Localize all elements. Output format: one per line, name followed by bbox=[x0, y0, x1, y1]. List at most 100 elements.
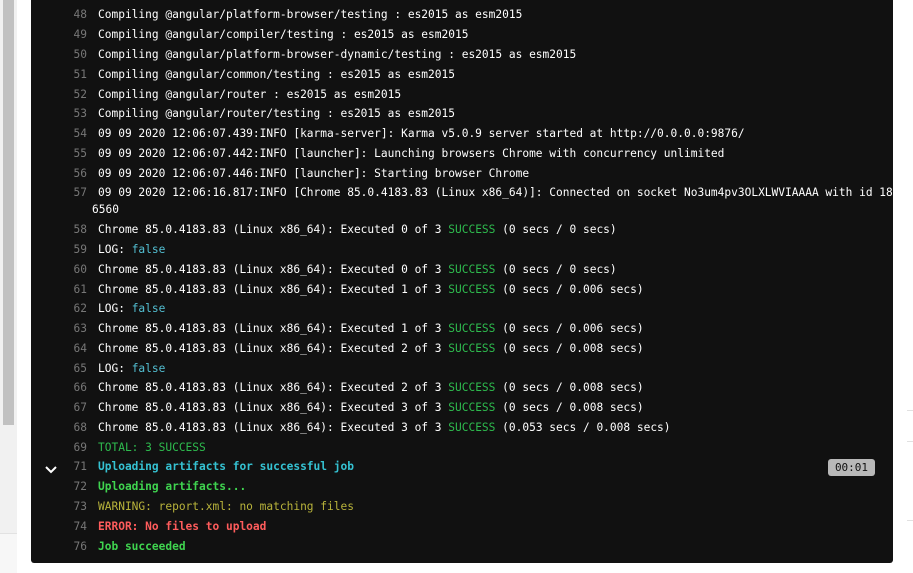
success-status: SUCCESS bbox=[448, 322, 496, 335]
log-line: 49 Compiling @angular/compiler/testing : … bbox=[31, 25, 893, 45]
log-line: 67 Chrome 85.0.4183.83 (Linux x86_64): Ex… bbox=[31, 398, 893, 418]
line-number[interactable]: 54 bbox=[31, 124, 87, 144]
test-timing: (0 secs / 0.008 secs) bbox=[495, 342, 644, 355]
log-line: 54 09 09 2020 12:06:07.439:INFO [karma-se… bbox=[31, 124, 893, 144]
section-duration-badge: 00:01 bbox=[828, 459, 875, 476]
success-status: SUCCESS bbox=[448, 421, 496, 434]
line-text: Job succeeded bbox=[98, 540, 186, 553]
log-line: 56 09 09 2020 12:06:07.446:INFO [launcher… bbox=[31, 164, 893, 184]
success-status: SUCCESS bbox=[448, 401, 496, 414]
test-timing: (0 secs / 0 secs) bbox=[495, 223, 617, 236]
log-line: 59 LOG: false bbox=[31, 240, 893, 260]
log-prefix: LOG: bbox=[98, 243, 132, 256]
log-line: 65 LOG: false bbox=[31, 359, 893, 379]
line-text: Chrome 85.0.4183.83 (Linux x86_64): Exec… bbox=[98, 260, 617, 280]
test-progress: Chrome 85.0.4183.83 (Linux x86_64): Exec… bbox=[98, 223, 449, 236]
line-number[interactable]: 53 bbox=[31, 104, 87, 124]
line-number[interactable]: 66 bbox=[31, 378, 87, 398]
log-line: 50 Compiling @angular/platform-browser-dy… bbox=[31, 45, 893, 65]
test-timing: (0 secs / 0.008 secs) bbox=[495, 381, 644, 394]
line-text-wrap: 6560 bbox=[92, 203, 119, 216]
line-text: Uploading artifacts... bbox=[98, 480, 247, 493]
line-number[interactable]: 64 bbox=[31, 339, 87, 359]
line-number[interactable]: 67 bbox=[31, 398, 87, 418]
line-number[interactable]: 68 bbox=[31, 418, 87, 438]
line-number[interactable]: 55 bbox=[31, 144, 87, 164]
line-number[interactable]: 50 bbox=[31, 45, 87, 65]
log-line: 60 Chrome 85.0.4183.83 (Linux x86_64): Ex… bbox=[31, 260, 893, 280]
success-status: SUCCESS bbox=[448, 381, 496, 394]
log-line: 71 Uploading artifacts for successful job bbox=[31, 457, 893, 477]
line-text: 09 09 2020 12:06:07.439:INFO [karma-serv… bbox=[98, 127, 745, 140]
line-number[interactable]: 63 bbox=[31, 319, 87, 339]
log-line: 73 WARNING: report.xml: no matching files bbox=[31, 497, 893, 517]
left-panel-edge bbox=[0, 533, 17, 573]
line-number[interactable]: 61 bbox=[31, 280, 87, 300]
line-number[interactable]: 56 bbox=[31, 164, 87, 184]
test-progress: Chrome 85.0.4183.83 (Linux x86_64): Exec… bbox=[98, 263, 449, 276]
page-scrollbar-thumb[interactable] bbox=[3, 0, 14, 425]
job-log-terminal: 48 Compiling @angular/platform-browser/te… bbox=[31, 0, 907, 563]
line-number[interactable]: 76 bbox=[31, 537, 87, 557]
line-text: 09 09 2020 12:06:07.442:INFO [launcher]:… bbox=[98, 147, 725, 160]
line-text: Chrome 85.0.4183.83 (Linux x86_64): Exec… bbox=[98, 280, 644, 300]
line-text: Compiling @angular/router : es2015 as es… bbox=[98, 88, 402, 101]
log-line: 72 Uploading artifacts... bbox=[31, 477, 893, 497]
line-number[interactable]: 52 bbox=[31, 85, 87, 105]
line-number[interactable]: 69 bbox=[31, 438, 87, 458]
line-number[interactable]: 65 bbox=[31, 359, 87, 379]
line-number[interactable]: 62 bbox=[31, 299, 87, 319]
line-number[interactable]: 49 bbox=[31, 25, 87, 45]
log-line: 62 LOG: false bbox=[31, 299, 893, 319]
line-number[interactable]: 48 bbox=[31, 5, 87, 25]
log-line-wrap: 6560 bbox=[31, 200, 893, 220]
log-line: 58 Chrome 85.0.4183.83 (Linux x86_64): Ex… bbox=[31, 220, 893, 240]
line-number[interactable]: 60 bbox=[31, 260, 87, 280]
log-prefix: LOG: bbox=[98, 362, 132, 375]
test-timing: (0 secs / 0.008 secs) bbox=[495, 401, 644, 414]
success-status: SUCCESS bbox=[448, 263, 496, 276]
log-line: 69 TOTAL: 3 SUCCESS bbox=[31, 438, 893, 458]
log-value: false bbox=[131, 302, 166, 315]
log-line: 76 Job succeeded bbox=[31, 537, 893, 557]
line-text: Chrome 85.0.4183.83 (Linux x86_64): Exec… bbox=[98, 339, 644, 359]
line-number[interactable]: 51 bbox=[31, 65, 87, 85]
success-status: SUCCESS bbox=[448, 283, 496, 296]
line-number[interactable]: 72 bbox=[31, 477, 87, 497]
test-timing: (0 secs / 0.006 secs) bbox=[495, 283, 644, 296]
line-number[interactable]: 74 bbox=[31, 517, 87, 537]
right-panel-divider-bottom bbox=[907, 520, 913, 521]
test-timing: (0.053 secs / 0.008 secs) bbox=[495, 421, 671, 434]
section-collapse-toggle[interactable] bbox=[43, 462, 59, 476]
line-text: Compiling @angular/platform-browser-dyna… bbox=[98, 48, 577, 61]
test-progress: Chrome 85.0.4183.83 (Linux x86_64): Exec… bbox=[98, 322, 449, 335]
line-number[interactable]: 58 bbox=[31, 220, 87, 240]
line-text: Compiling @angular/common/testing : es20… bbox=[98, 68, 455, 81]
log-line: 61 Chrome 85.0.4183.83 (Linux x86_64): Ex… bbox=[31, 280, 893, 300]
test-progress: Chrome 85.0.4183.83 (Linux x86_64): Exec… bbox=[98, 401, 449, 414]
line-text: Compiling @angular/compiler/testing : es… bbox=[98, 28, 469, 41]
line-text: ERROR: No files to upload bbox=[98, 520, 267, 533]
log-line: 64 Chrome 85.0.4183.83 (Linux x86_64): Ex… bbox=[31, 339, 893, 359]
test-progress: Chrome 85.0.4183.83 (Linux x86_64): Exec… bbox=[98, 381, 449, 394]
log-line: 48 Compiling @angular/platform-browser/te… bbox=[31, 5, 893, 25]
line-text: Chrome 85.0.4183.83 (Linux x86_64): Exec… bbox=[98, 220, 617, 240]
log-value: false bbox=[131, 362, 166, 375]
line-number[interactable]: 59 bbox=[31, 240, 87, 260]
line-text: Compiling @angular/platform-browser/test… bbox=[98, 8, 523, 21]
log-prefix: LOG: bbox=[98, 302, 132, 315]
page-scrollbar[interactable] bbox=[0, 0, 17, 572]
line-number[interactable]: 71 bbox=[31, 457, 87, 477]
log-value: false bbox=[131, 243, 166, 256]
line-text: Uploading artifacts for successful job bbox=[98, 460, 354, 473]
right-panel-divider bbox=[907, 410, 913, 442]
job-log: 48 Compiling @angular/platform-browser/te… bbox=[31, 0, 907, 563]
log-line: 52 Compiling @angular/router : es2015 as … bbox=[31, 85, 893, 105]
log-line: 55 09 09 2020 12:06:07.442:INFO [launcher… bbox=[31, 144, 893, 164]
line-text: TOTAL: 3 SUCCESS bbox=[98, 441, 206, 454]
log-line: 63 Chrome 85.0.4183.83 (Linux x86_64): Ex… bbox=[31, 319, 893, 339]
line-text: LOG: false bbox=[98, 359, 165, 379]
line-text: Compiling @angular/router/testing : es20… bbox=[98, 107, 455, 120]
right-panel-edge bbox=[905, 0, 913, 572]
line-number[interactable]: 73 bbox=[31, 497, 87, 517]
